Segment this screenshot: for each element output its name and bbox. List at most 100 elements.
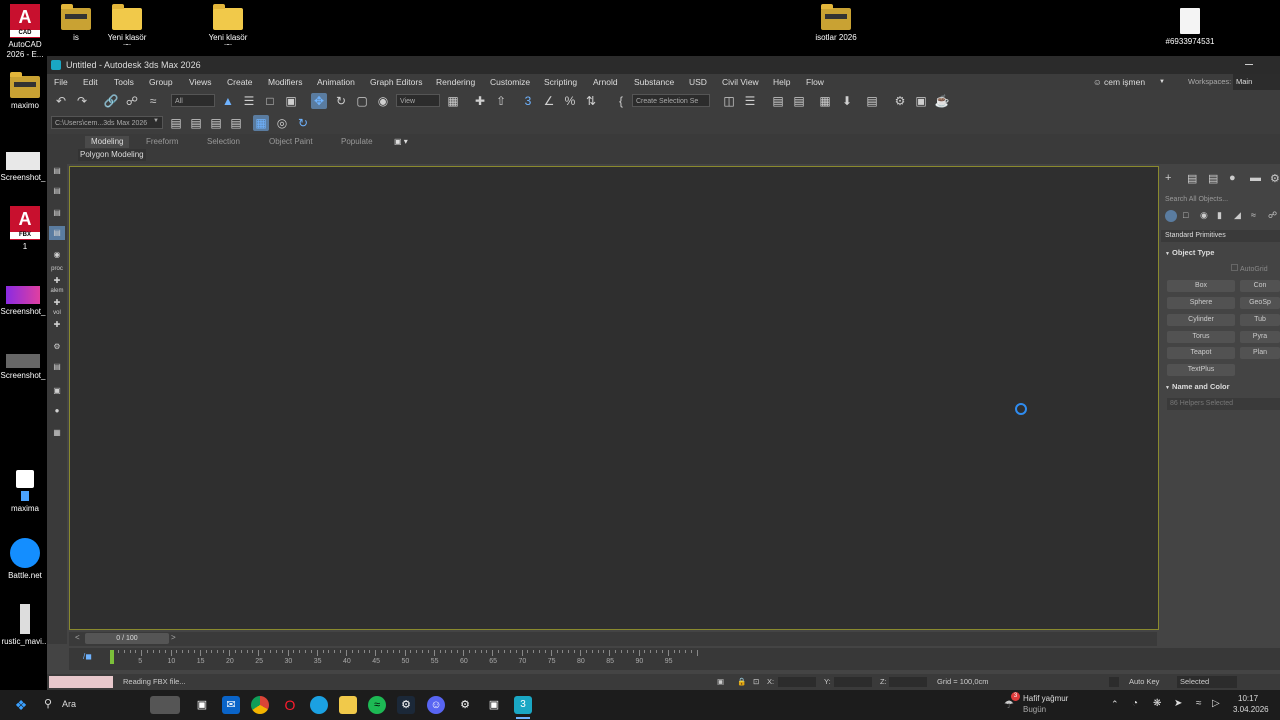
hierarchy-tab-icon[interactable]: ▤ <box>1208 172 1218 185</box>
ribbon-sub-label[interactable]: Polygon Modeling <box>78 149 146 161</box>
search-icon[interactable]: ⚲ <box>44 697 52 710</box>
lights-icon[interactable]: ◉ <box>1200 210 1208 221</box>
current-frame-marker[interactable] <box>110 650 114 664</box>
object-name-field[interactable]: 86 Helpers Selected <box>1167 398 1280 410</box>
helpers-icon[interactable]: ◢ <box>1234 210 1241 221</box>
task-view-icon[interactable]: ▣ <box>193 696 211 714</box>
teapot-button[interactable]: Teapot <box>1167 347 1235 359</box>
render-setup-icon[interactable]: ⚙ <box>892 93 908 109</box>
time-slider-thumb[interactable]: 0 / 100 <box>85 633 169 644</box>
open-file-icon[interactable]: ▤ <box>168 115 184 131</box>
textplus-button[interactable]: TextPlus <box>1167 364 1235 376</box>
script-alem-label[interactable]: alem <box>49 288 65 296</box>
viewport[interactable] <box>69 166 1159 630</box>
track-bar[interactable]: /◼ 5 10 15 20 25 30 35 40 45 50 55 60 65 70 75 80 85 90 95 <box>69 648 1280 670</box>
tab-modeling[interactable]: Modeling <box>85 136 130 148</box>
refresh-icon[interactable]: ↻ <box>295 115 311 131</box>
project-path-dropdown[interactable]: C:\Users\cem...3ds Max 2026 <box>51 116 163 129</box>
reference-coordinate-dropdown[interactable]: View <box>396 94 440 107</box>
tool-icon[interactable]: ▤ <box>49 360 65 374</box>
desktop-icon-yeni-klasor-3[interactable]: Yeni klasör (3) <box>97 4 157 45</box>
box-button[interactable]: Box <box>1167 280 1235 292</box>
set-key-icon[interactable] <box>1109 677 1119 687</box>
script-vol-label[interactable]: vol <box>49 310 65 318</box>
utilities-tab-icon[interactable]: ⚙ <box>1270 172 1280 185</box>
script-alem-icon[interactable]: ✚ <box>49 296 65 310</box>
tool-icon[interactable]: ▣ <box>49 384 65 398</box>
lock-icon[interactable]: 🔒 <box>737 674 746 690</box>
menu-item-modifiers[interactable]: Modifiers <box>268 74 302 90</box>
select-and-place-icon[interactable]: ◉ <box>375 93 391 109</box>
menu-item-tools[interactable]: Tools <box>114 74 134 90</box>
clock-date[interactable]: 3.04.2026 <box>1233 705 1269 714</box>
desktop-icon-screenshot-2[interactable]: Screenshot_ <box>0 286 53 317</box>
named-selection-sets-dropdown[interactable]: Create Selection Se <box>632 94 710 107</box>
desktop-icon-document[interactable]: #6933974531 <box>1160 8 1220 47</box>
menu-item-help[interactable]: Help <box>773 74 790 90</box>
z-coordinate-field[interactable] <box>889 677 927 687</box>
tab-selection[interactable]: Selection <box>207 136 240 148</box>
set-project-icon[interactable]: ▤ <box>228 115 244 131</box>
tray-icon[interactable]: ◔ <box>1132 698 1138 709</box>
schematic-view-icon[interactable]: ⬇ <box>839 93 855 109</box>
outlook-icon[interactable]: ✉ <box>222 696 240 714</box>
menu-item-rendering[interactable]: Rendering <box>436 74 475 90</box>
chrome-icon[interactable] <box>251 696 269 714</box>
script-proc-label[interactable]: proc <box>49 266 65 274</box>
opera-icon[interactable]: O <box>281 696 299 714</box>
sphere-button[interactable]: Sphere <box>1167 297 1235 309</box>
taskbar-search[interactable]: Ara <box>62 699 76 709</box>
snaps-toggle-icon[interactable]: 3 <box>520 93 536 109</box>
desktop-icon-yeni-klasor-2[interactable]: Yeni klasör (2) <box>198 4 258 45</box>
menu-item-graph-editors[interactable]: Graph Editors <box>370 74 422 90</box>
geometry-icon[interactable] <box>1165 210 1177 222</box>
menu-item-scripting[interactable]: Scripting <box>544 74 577 90</box>
file-explorer-icon[interactable] <box>339 696 357 714</box>
create-object-icon[interactable]: ▤ <box>49 206 65 220</box>
track-bar-menu-icon[interactable]: /◼ <box>83 652 92 661</box>
search-highlight-icon[interactable] <box>150 696 180 714</box>
project-folder-icon[interactable]: ▤ <box>208 115 224 131</box>
tab-object-paint[interactable]: Object Paint <box>269 136 313 148</box>
script-proc-icon[interactable]: ✚ <box>49 274 65 288</box>
name-and-color-rollout[interactable]: ▼ Name and Color <box>1165 382 1230 391</box>
select-and-rotate-icon[interactable]: ↻ <box>333 93 349 109</box>
menu-item-flow[interactable]: Flow <box>806 74 824 90</box>
motion-tab-icon[interactable]: ● <box>1229 172 1236 184</box>
tool-icon[interactable]: ● <box>49 404 65 418</box>
chevron-up-icon[interactable]: ⌃ <box>1111 699 1119 710</box>
desktop-icon-screenshot-1[interactable]: Screenshot_ <box>0 152 53 183</box>
window-crossing-icon[interactable]: ▣ <box>283 93 299 109</box>
title-bar[interactable]: Untitled - Autodesk 3ds Max 2026 <box>47 56 1280 74</box>
redo-icon[interactable]: ↷ <box>74 93 90 109</box>
menu-item-substance[interactable]: Substance <box>634 74 674 90</box>
tube-button[interactable]: Tub <box>1240 314 1280 326</box>
spinner-snap-icon[interactable]: ⇅ <box>583 93 599 109</box>
create-tab-icon[interactable]: + <box>1165 172 1171 184</box>
speaker-icon[interactable]: ▷ <box>1212 698 1220 709</box>
percent-snap-icon[interactable]: % <box>562 93 578 109</box>
cone-button[interactable]: Con <box>1240 280 1280 292</box>
angle-snap-icon[interactable]: ∠ <box>541 93 557 109</box>
create-object-icon[interactable]: ▤ <box>49 164 65 178</box>
weather-title[interactable]: Hafif yağmur <box>1023 694 1068 703</box>
cameras-icon[interactable]: ▮ <box>1217 210 1222 221</box>
chevron-down-icon[interactable]: ▼ <box>153 118 159 124</box>
settings-icon[interactable]: ⚙ <box>456 696 474 714</box>
selection-lock-icon[interactable]: ▣ <box>717 674 724 690</box>
auto-key-button[interactable]: Auto Key <box>1129 674 1159 690</box>
menu-item-usd[interactable]: USD <box>689 74 707 90</box>
torus-button[interactable]: Torus <box>1167 331 1235 343</box>
steam-icon[interactable]: ⚙ <box>397 696 415 714</box>
time-slider[interactable]: < 0 / 100 > <box>69 632 1157 646</box>
wifi-icon[interactable]: ≈ <box>1196 698 1202 709</box>
tray-icon[interactable]: ➤ <box>1174 698 1182 709</box>
menu-item-civil-view[interactable]: Civil View <box>722 74 759 90</box>
discord-icon[interactable]: ☺ <box>427 696 445 714</box>
windows-start-icon[interactable]: ❖ <box>12 696 30 714</box>
ribbon-options-icon[interactable]: ▣ ▾ <box>394 136 408 148</box>
x-coordinate-field[interactable] <box>778 677 816 687</box>
plane-button[interactable]: Plan <box>1240 347 1280 359</box>
select-and-scale-icon[interactable]: ▢ <box>354 93 370 109</box>
align-icon[interactable]: ☰ <box>742 93 758 109</box>
